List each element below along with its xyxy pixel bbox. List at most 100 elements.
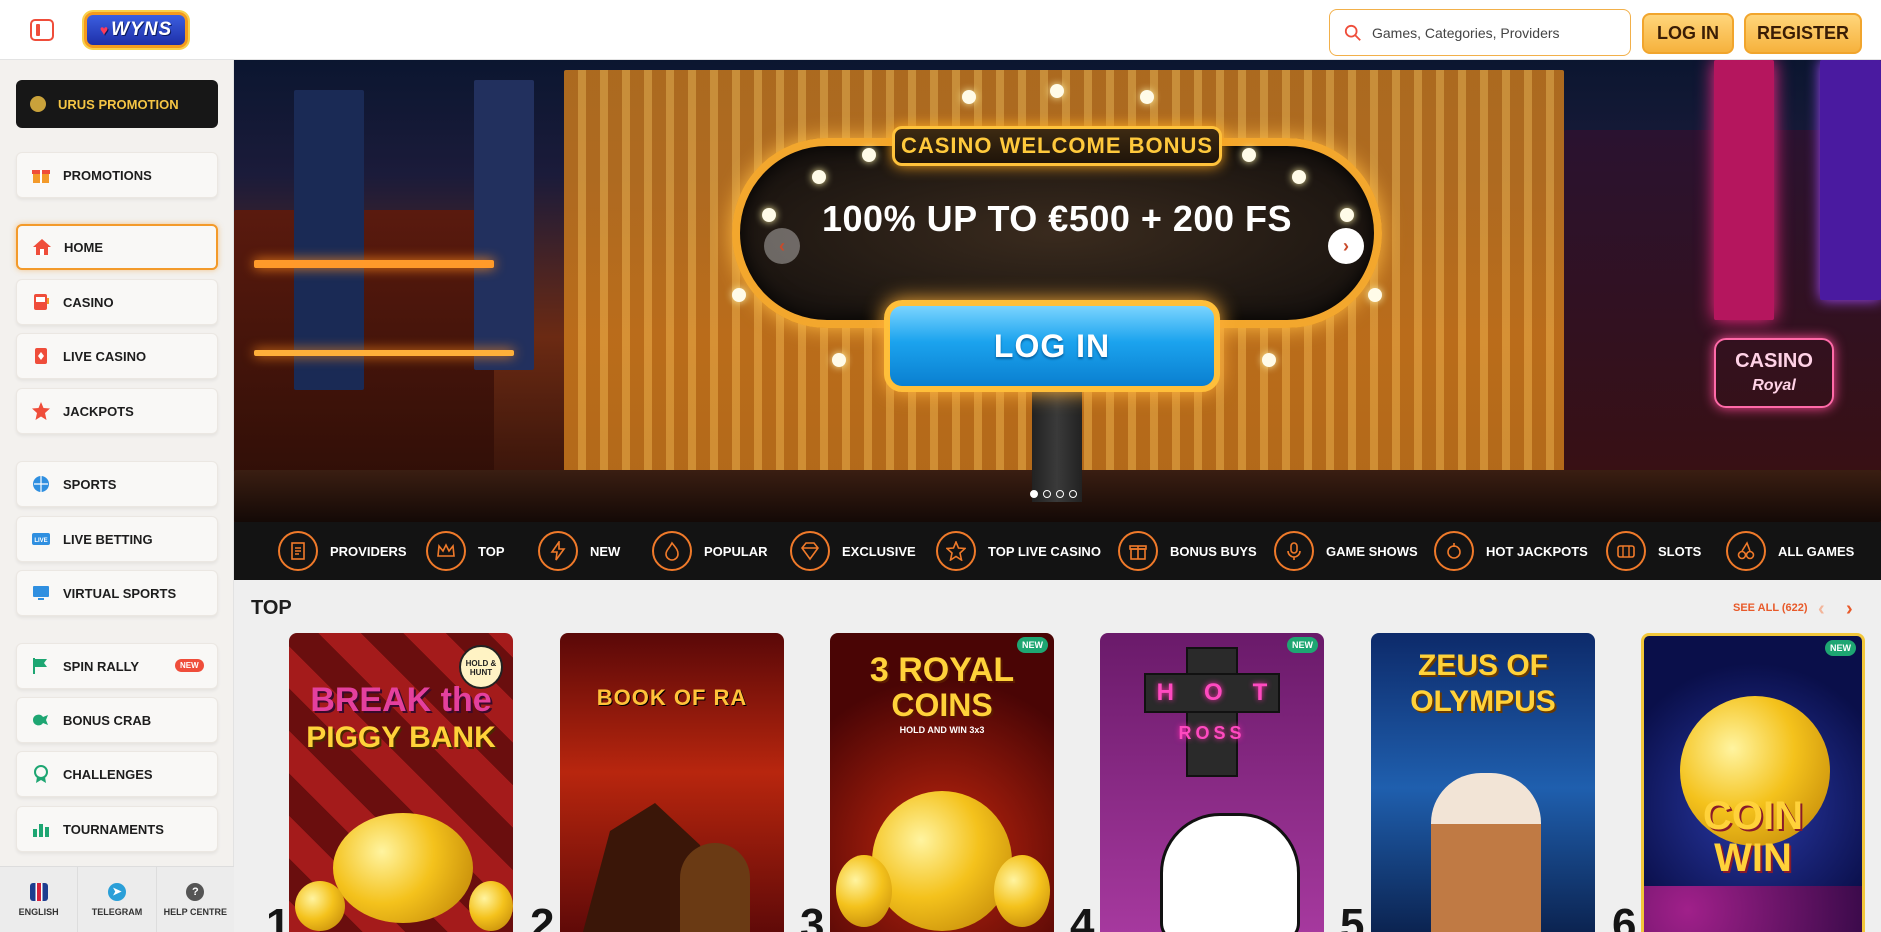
gift-icon — [31, 165, 51, 185]
bonus-offer-text: 100% UP TO €500 + 200 FS — [822, 198, 1292, 239]
cards-icon — [31, 346, 51, 366]
category-label: HOT JACKPOTS — [1486, 543, 1588, 559]
sidebar-item-home[interactable]: HOME — [16, 224, 218, 270]
carousel-dot[interactable] — [1056, 490, 1064, 498]
game-card[interactable]: NEW 3 ROYAL COINS HOLD AND WIN 3x3 — [830, 633, 1054, 932]
category-label: POPULAR — [704, 543, 768, 559]
game-title: HOT — [1156, 679, 1298, 706]
sidebar-item-challenges[interactable]: CHALLENGES — [16, 751, 218, 797]
grapes-image — [1644, 886, 1862, 932]
section-prev-arrow-icon[interactable]: ‹ — [1818, 598, 1825, 621]
game-title: BOOK OF RA — [596, 685, 748, 710]
sidebar-item-live-betting[interactable]: LIVE LIVE BETTING — [16, 516, 218, 562]
sign-post — [1032, 392, 1082, 502]
game-title: COIN — [1703, 794, 1803, 838]
login-button[interactable]: LOG IN — [1642, 13, 1734, 54]
category-popular[interactable]: POPULAR — [652, 531, 768, 571]
category-game-shows[interactable]: GAME SHOWS — [1274, 531, 1418, 571]
sidebar-toggle-icon[interactable] — [30, 19, 54, 41]
game-card[interactable]: ZEUS OF OLYMPUS — [1371, 633, 1595, 932]
carousel-dot[interactable] — [1030, 490, 1038, 498]
tower-left — [294, 90, 364, 390]
sidebar-item-label: LIVE CASINO — [63, 348, 147, 364]
game-card[interactable]: BOOK OF RA — [560, 633, 784, 932]
medal-icon — [31, 764, 51, 784]
section-next-arrow-icon[interactable]: › — [1846, 598, 1853, 621]
sidebar-item-label: LIVE BETTING — [63, 531, 153, 547]
site-logo[interactable]: ♥ WYNS — [84, 12, 188, 48]
category-label: SLOTS — [1658, 543, 1702, 559]
carousel-dot[interactable] — [1043, 490, 1051, 498]
language-selector[interactable]: ENGLISH — [0, 867, 79, 932]
rank-number: 1 — [266, 900, 291, 932]
lightning-icon — [538, 531, 578, 571]
game-card[interactable]: NEW COIN WIN — [1641, 633, 1865, 932]
sidebar-item-sports[interactable]: SPORTS — [16, 461, 218, 507]
urus-promotion-item[interactable]: URUS PROMOTION — [16, 80, 218, 128]
banner-next-arrow-icon[interactable]: › — [1328, 228, 1364, 264]
welcome-sign: CASINO WELCOME BONUS 100% UP TO €500 + 2… — [732, 84, 1382, 502]
casino-royal-sign: CASINO Royal — [1714, 338, 1834, 408]
explorer-image — [680, 843, 750, 932]
sidebar: URUS PROMOTION PROMOTIONS HOME CASINO LI… — [0, 60, 234, 932]
sidebar-item-virtual-sports[interactable]: VIRTUAL SPORTS — [16, 570, 218, 616]
game-title: BREAK the — [310, 681, 492, 719]
category-bonus-buys[interactable]: BONUS BUYS — [1118, 531, 1257, 571]
carousel-dot[interactable] — [1069, 490, 1077, 498]
bulb — [962, 90, 976, 104]
zeus-image — [1431, 773, 1541, 932]
sidebar-item-jackpots[interactable]: JACKPOTS — [16, 388, 218, 434]
bull-icon — [30, 96, 46, 112]
category-exclusive[interactable]: EXCLUSIVE — [790, 531, 916, 571]
search-box[interactable] — [1329, 9, 1631, 56]
trophy-icon — [31, 819, 51, 839]
category-slots[interactable]: SLOTS — [1606, 531, 1701, 571]
sign-title: CASINO WELCOME BONUS — [892, 126, 1222, 166]
banner-prev-arrow-icon[interactable]: ‹ — [764, 228, 800, 264]
neon-strip-left-2 — [254, 350, 514, 356]
gift-icon — [1118, 531, 1158, 571]
banner-login-button[interactable]: LOG IN — [884, 300, 1220, 392]
category-providers[interactable]: PROVIDERS — [278, 531, 407, 571]
telegram-link[interactable]: ➤ TELEGRAM — [78, 867, 157, 932]
gold-coin-image — [295, 881, 345, 931]
neon-tower-right-2 — [1820, 60, 1881, 300]
live-icon: LIVE — [31, 529, 51, 549]
new-badge: NEW — [175, 659, 204, 672]
category-bar: PROVIDERS TOP NEW POPULAR EXCLUSIVE TOP … — [234, 522, 1881, 580]
sidebar-item-casino[interactable]: CASINO — [16, 279, 218, 325]
game-title: WIN — [1714, 836, 1792, 880]
game-title: ROSS — [1178, 723, 1246, 743]
category-hot-jackpots[interactable]: HOT JACKPOTS — [1434, 531, 1588, 571]
slot-icon — [1606, 531, 1646, 571]
sidebar-item-tournaments[interactable]: TOURNAMENTS — [16, 806, 218, 852]
category-top-live-casino[interactable]: TOP LIVE CASINO — [936, 531, 1101, 571]
category-all-games[interactable]: ALL GAMES — [1726, 531, 1854, 571]
sidebar-item-label: SPIN RALLY — [63, 658, 140, 674]
flag-icon — [31, 656, 51, 676]
game-card[interactable]: NEW HOT ROSS — [1100, 633, 1324, 932]
sidebar-item-label: HOME — [64, 239, 103, 255]
ball-icon — [31, 474, 51, 494]
top-header: ♥WYNS LOG IN REGISTER — [0, 0, 1881, 60]
neon-strip-left — [254, 260, 494, 268]
sidebar-item-label: PROMOTIONS — [63, 167, 152, 183]
golden-pig-image — [333, 813, 473, 923]
game-card[interactable]: HOLD & HUNT BREAK the PIGGY BANK — [289, 633, 513, 932]
help-centre-link[interactable]: ? HELP CENTRE — [157, 867, 234, 932]
sidebar-item-spin-rally[interactable]: SPIN RALLY NEW — [16, 643, 218, 689]
category-new[interactable]: NEW — [538, 531, 620, 571]
rank-number: 3 — [800, 900, 825, 932]
sidebar-item-bonus-crab[interactable]: BONUS CRAB — [16, 697, 218, 743]
see-all-link[interactable]: SEE ALL (622) — [1733, 602, 1808, 614]
sidebar-item-label: CHALLENGES — [63, 766, 153, 782]
search-input[interactable] — [1372, 24, 1602, 41]
sidebar-item-promotions[interactable]: PROMOTIONS — [16, 152, 218, 198]
category-top[interactable]: TOP — [426, 531, 505, 571]
search-icon — [1344, 24, 1361, 41]
hero-banner[interactable]: CASINO Royal CASINO WELCOME BONUS 100% UP… — [234, 60, 1881, 522]
category-label: EXCLUSIVE — [842, 543, 916, 559]
register-button[interactable]: REGISTER — [1744, 13, 1862, 54]
sidebar-item-live-casino[interactable]: LIVE CASINO — [16, 333, 218, 379]
diamond-icon — [790, 531, 830, 571]
